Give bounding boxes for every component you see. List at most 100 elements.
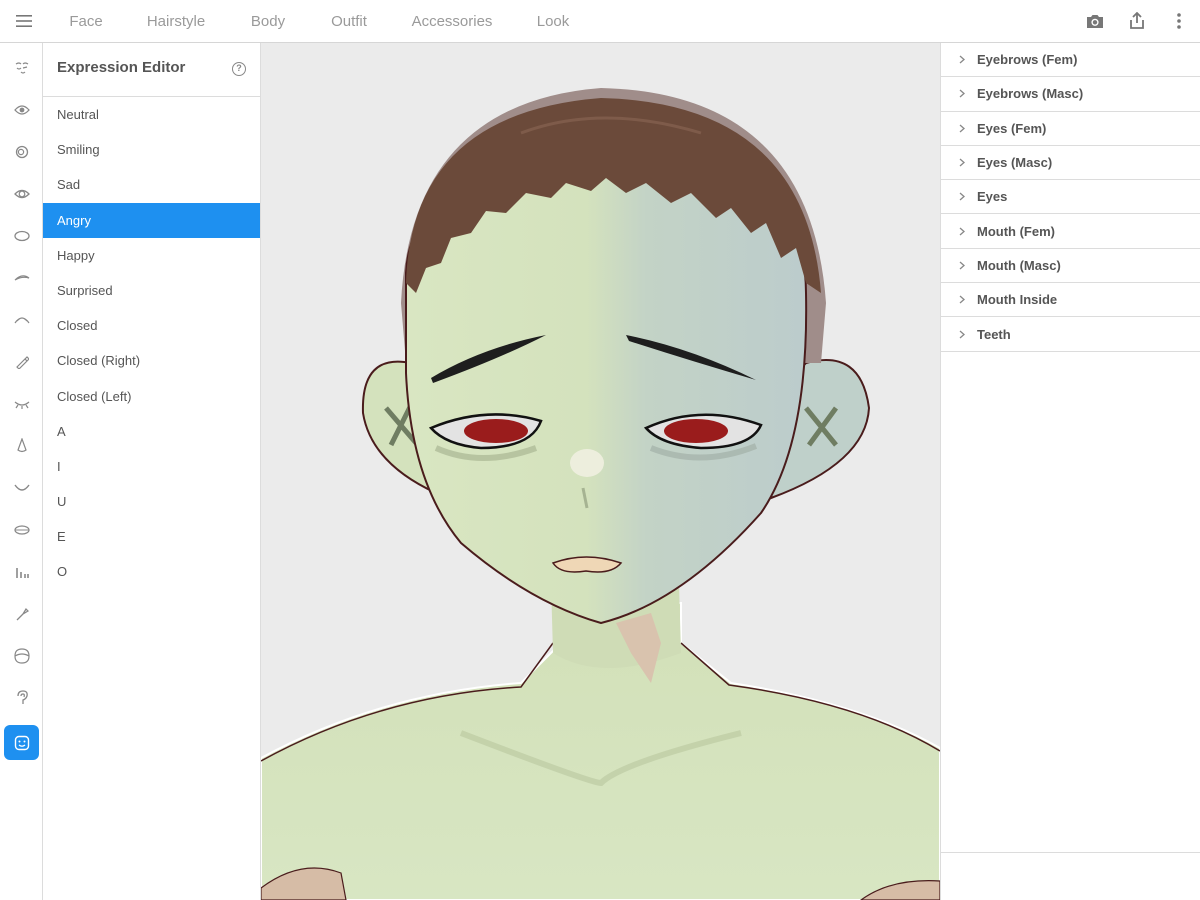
- lips-icon: [13, 524, 30, 535]
- blendshape-category-panel: Eyebrows (Fem) Eyebrows (Masc) Eyes (Fem…: [940, 43, 1200, 900]
- rail-oval[interactable]: [4, 218, 39, 253]
- iris-icon: [15, 145, 28, 158]
- category-eyes[interactable]: Eyes: [941, 180, 1200, 215]
- tab-hairstyle[interactable]: Hairstyle: [124, 0, 228, 42]
- avatar-iris-right: [664, 419, 728, 443]
- tab-face[interactable]: Face: [48, 0, 124, 42]
- expression-editor-title: Expression Editor: [57, 59, 186, 76]
- rail-head-outline[interactable]: [4, 638, 39, 673]
- category-label: Mouth (Fem): [977, 223, 1055, 239]
- expression-editor-panel: Expression Editor ? Neutral Smiling Sad …: [43, 43, 261, 900]
- expression-item-surprised[interactable]: Surprised: [43, 273, 260, 308]
- category-label: Mouth Inside: [977, 292, 1058, 308]
- hamburger-menu-icon: [16, 15, 32, 27]
- rail-closed-eye[interactable]: [4, 386, 39, 421]
- more-vertical-icon: [1177, 13, 1181, 29]
- expression-item-smiling[interactable]: Smiling: [43, 132, 260, 167]
- category-eyes-masc[interactable]: Eyes (Masc): [941, 146, 1200, 181]
- chevron-right-icon: [959, 158, 977, 167]
- expression-item-o[interactable]: O: [43, 554, 260, 589]
- nose-icon: [16, 437, 27, 452]
- rail-ear[interactable]: [4, 680, 39, 715]
- chevron-right-icon: [959, 55, 977, 64]
- tab-accessories[interactable]: Accessories: [390, 0, 514, 42]
- category-mouth-masc[interactable]: Mouth (Masc): [941, 249, 1200, 284]
- category-eyebrows-masc[interactable]: Eyebrows (Masc): [941, 77, 1200, 112]
- expression-item-neutral[interactable]: Neutral: [43, 97, 260, 132]
- tab-outfit[interactable]: Outfit: [308, 0, 390, 42]
- expression-item-u[interactable]: U: [43, 484, 260, 519]
- tab-look[interactable]: Look: [514, 0, 592, 42]
- head-outline-icon: [13, 647, 30, 664]
- more-button[interactable]: [1158, 0, 1200, 42]
- category-rail: [0, 43, 43, 900]
- category-label: Eyebrows (Masc): [977, 86, 1084, 102]
- rail-eyelash[interactable]: [4, 302, 39, 337]
- expression-item-sad[interactable]: Sad: [43, 167, 260, 202]
- category-mouth-inside[interactable]: Mouth Inside: [941, 283, 1200, 318]
- share-icon: [1130, 12, 1144, 29]
- category-eyebrows-fem[interactable]: Eyebrows (Fem): [941, 43, 1200, 78]
- category-eyes-fem[interactable]: Eyes (Fem): [941, 112, 1200, 146]
- rail-eye-outline[interactable]: [4, 176, 39, 211]
- rail-face-shape[interactable]: [4, 50, 39, 85]
- eyelash-icon: [14, 316, 29, 323]
- avatar-viewport[interactable]: [261, 43, 940, 900]
- category-label: Eyebrows (Fem): [977, 52, 1078, 68]
- closed-eye-lash-icon: [14, 401, 29, 409]
- expression-item-closed[interactable]: Closed: [43, 308, 260, 343]
- chevron-right-icon: [959, 227, 977, 236]
- category-label: Mouth (Masc): [977, 257, 1061, 273]
- eye-outline-icon: [13, 189, 30, 198]
- expression-item-e[interactable]: E: [43, 519, 260, 554]
- tab-body[interactable]: Body: [228, 0, 308, 42]
- brush-icon: [16, 607, 29, 620]
- rail-eyebrow[interactable]: [4, 260, 39, 295]
- chevron-right-icon: [959, 261, 977, 270]
- expression-list: Neutral Smiling Sad Angry Happy Surprise…: [43, 97, 260, 590]
- expression-editor-header: Expression Editor ?: [43, 43, 260, 97]
- oval-icon: [13, 230, 30, 241]
- mouth-curve-icon: [13, 484, 30, 491]
- rail-brush[interactable]: [4, 596, 39, 631]
- chevron-right-icon: [959, 192, 977, 201]
- rail-lips[interactable]: [4, 512, 39, 547]
- category-label: Eyes: [977, 189, 1008, 205]
- rail-eyeliner[interactable]: [4, 344, 39, 379]
- right-panel-footer: [941, 852, 1200, 900]
- camera-button[interactable]: [1074, 0, 1116, 42]
- teeth-bars-icon: [15, 567, 29, 578]
- rail-mouth[interactable]: [4, 470, 39, 505]
- menu-button[interactable]: [0, 0, 48, 42]
- chevron-right-icon: [959, 295, 977, 304]
- category-list: Eyebrows (Fem) Eyebrows (Masc) Eyes (Fem…: [941, 43, 1200, 352]
- ear-icon: [16, 689, 28, 704]
- category-label: Eyes (Masc): [977, 155, 1053, 171]
- expression-item-i[interactable]: I: [43, 449, 260, 484]
- chevron-right-icon: [959, 330, 977, 339]
- eyeliner-pen-icon: [15, 355, 29, 369]
- category-mouth-fem[interactable]: Mouth (Fem): [941, 214, 1200, 249]
- avatar-iris-left: [464, 419, 528, 443]
- expression-item-angry[interactable]: Angry: [43, 202, 260, 238]
- expression-item-closed-left[interactable]: Closed (Left): [43, 379, 260, 414]
- expression-item-a[interactable]: A: [43, 414, 260, 449]
- rail-iris[interactable]: [4, 134, 39, 169]
- category-label: Teeth: [977, 326, 1011, 342]
- avatar-mouth: [551, 556, 623, 573]
- eye-icon: [13, 104, 30, 115]
- expression-face-icon: [14, 735, 29, 750]
- category-label: Eyes (Fem): [977, 120, 1047, 136]
- category-teeth[interactable]: Teeth: [941, 317, 1200, 352]
- expression-item-happy[interactable]: Happy: [43, 238, 260, 273]
- camera-icon: [1087, 15, 1103, 28]
- help-icon[interactable]: ?: [232, 62, 246, 76]
- share-button[interactable]: [1116, 0, 1158, 42]
- rail-teeth[interactable]: [4, 554, 39, 589]
- expression-item-closed-right[interactable]: Closed (Right): [43, 343, 260, 378]
- eyebrow-icon: [14, 274, 29, 281]
- rail-expression[interactable]: [4, 725, 39, 760]
- rail-eye[interactable]: [4, 92, 39, 127]
- rail-nose[interactable]: [4, 428, 39, 463]
- top-bar: Face Hairstyle Body Outfit Accessories L…: [0, 0, 1200, 43]
